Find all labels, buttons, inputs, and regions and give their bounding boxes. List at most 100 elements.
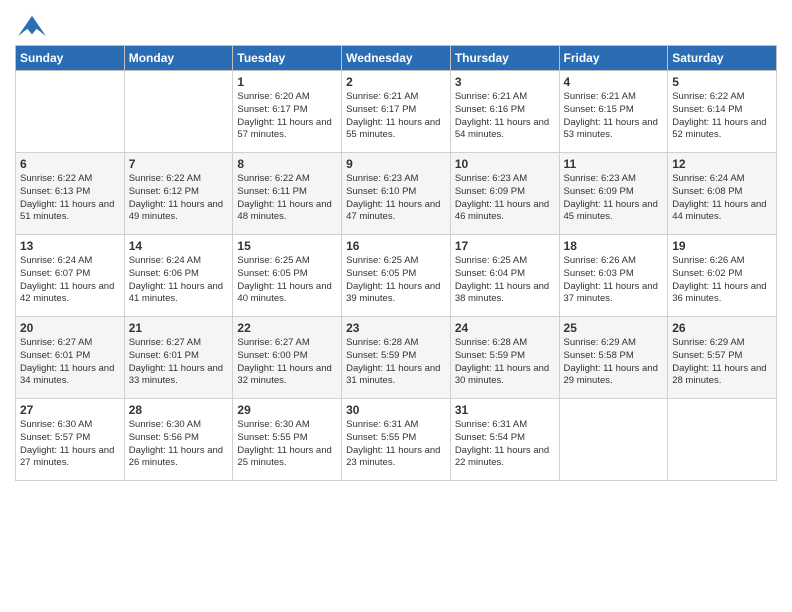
day-number: 11: [564, 157, 664, 171]
day-info: Sunrise: 6:21 AM Sunset: 6:16 PM Dayligh…: [455, 91, 555, 142]
day-number: 27: [20, 403, 120, 417]
day-info: Sunrise: 6:29 AM Sunset: 5:58 PM Dayligh…: [564, 337, 664, 388]
header-friday: Friday: [559, 46, 668, 71]
day-info: Sunrise: 6:23 AM Sunset: 6:09 PM Dayligh…: [564, 173, 664, 224]
calendar-cell: 22 Sunrise: 6:27 AM Sunset: 6:00 PM Dayli…: [233, 317, 342, 399]
day-number: 12: [672, 157, 772, 171]
day-number: 2: [346, 75, 446, 89]
calendar-header-row: SundayMondayTuesdayWednesdayThursdayFrid…: [16, 46, 777, 71]
day-number: 3: [455, 75, 555, 89]
calendar-cell: [668, 399, 777, 481]
calendar-cell: 17 Sunrise: 6:25 AM Sunset: 6:04 PM Dayli…: [450, 235, 559, 317]
calendar-cell: 20Sunrise: 6:27 AM Sunset: 6:01 PM Dayli…: [16, 317, 125, 399]
day-number: 25: [564, 321, 664, 335]
day-number: 24: [455, 321, 555, 335]
day-number: 6: [20, 157, 120, 171]
logo: [15, 15, 46, 37]
calendar-cell: 5 Sunrise: 6:22 AM Sunset: 6:14 PM Daylig…: [668, 71, 777, 153]
day-info: Sunrise: 6:27 AM Sunset: 6:00 PM Dayligh…: [237, 337, 337, 388]
day-info: Sunrise: 6:30 AM Sunset: 5:56 PM Dayligh…: [129, 419, 229, 470]
day-number: 31: [455, 403, 555, 417]
calendar-cell: 15 Sunrise: 6:25 AM Sunset: 6:05 PM Dayli…: [233, 235, 342, 317]
day-number: 17: [455, 239, 555, 253]
logo-bird-icon: [18, 15, 46, 37]
calendar-week-1: 1Sunrise: 6:20 AM Sunset: 6:17 PM Daylig…: [16, 71, 777, 153]
day-number: 28: [129, 403, 229, 417]
day-number: 4: [564, 75, 664, 89]
day-info: Sunrise: 6:24 AM Sunset: 6:07 PM Dayligh…: [20, 255, 120, 306]
calendar-cell: 18 Sunrise: 6:26 AM Sunset: 6:03 PM Dayli…: [559, 235, 668, 317]
calendar-cell: 24Sunrise: 6:28 AM Sunset: 5:59 PM Dayli…: [450, 317, 559, 399]
day-number: 5: [672, 75, 772, 89]
day-info: Sunrise: 6:21 AM Sunset: 6:17 PM Dayligh…: [346, 91, 446, 142]
calendar-cell: 23 Sunrise: 6:28 AM Sunset: 5:59 PM Dayli…: [342, 317, 451, 399]
calendar-cell: [559, 399, 668, 481]
day-info: Sunrise: 6:30 AM Sunset: 5:55 PM Dayligh…: [237, 419, 337, 470]
day-info: Sunrise: 6:26 AM Sunset: 6:03 PM Dayligh…: [564, 255, 664, 306]
day-info: Sunrise: 6:21 AM Sunset: 6:15 PM Dayligh…: [564, 91, 664, 142]
calendar-table: SundayMondayTuesdayWednesdayThursdayFrid…: [15, 45, 777, 481]
day-info: Sunrise: 6:24 AM Sunset: 6:08 PM Dayligh…: [672, 173, 772, 224]
day-info: Sunrise: 6:31 AM Sunset: 5:55 PM Dayligh…: [346, 419, 446, 470]
calendar-cell: 26 Sunrise: 6:29 AM Sunset: 5:57 PM Dayli…: [668, 317, 777, 399]
calendar-cell: 10 Sunrise: 6:23 AM Sunset: 6:09 PM Dayli…: [450, 153, 559, 235]
day-info: Sunrise: 6:23 AM Sunset: 6:10 PM Dayligh…: [346, 173, 446, 224]
day-info: Sunrise: 6:25 AM Sunset: 6:05 PM Dayligh…: [237, 255, 337, 306]
day-info: Sunrise: 6:22 AM Sunset: 6:11 PM Dayligh…: [237, 173, 337, 224]
day-info: Sunrise: 6:23 AM Sunset: 6:09 PM Dayligh…: [455, 173, 555, 224]
calendar-cell: 8 Sunrise: 6:22 AM Sunset: 6:11 PM Daylig…: [233, 153, 342, 235]
calendar-cell: 13Sunrise: 6:24 AM Sunset: 6:07 PM Dayli…: [16, 235, 125, 317]
calendar-cell: 30Sunrise: 6:31 AM Sunset: 5:55 PM Dayli…: [342, 399, 451, 481]
header-sunday: Sunday: [16, 46, 125, 71]
calendar-cell: 3 Sunrise: 6:21 AM Sunset: 6:16 PM Daylig…: [450, 71, 559, 153]
calendar-cell: 12 Sunrise: 6:24 AM Sunset: 6:08 PM Dayli…: [668, 153, 777, 235]
calendar-cell: [16, 71, 125, 153]
day-info: Sunrise: 6:25 AM Sunset: 6:04 PM Dayligh…: [455, 255, 555, 306]
day-info: Sunrise: 6:26 AM Sunset: 6:02 PM Dayligh…: [672, 255, 772, 306]
calendar-cell: 16Sunrise: 6:25 AM Sunset: 6:05 PM Dayli…: [342, 235, 451, 317]
calendar-week-5: 27 Sunrise: 6:30 AM Sunset: 5:57 PM Dayli…: [16, 399, 777, 481]
day-info: Sunrise: 6:31 AM Sunset: 5:54 PM Dayligh…: [455, 419, 555, 470]
day-info: Sunrise: 6:24 AM Sunset: 6:06 PM Dayligh…: [129, 255, 229, 306]
header-monday: Monday: [124, 46, 233, 71]
calendar-cell: 14 Sunrise: 6:24 AM Sunset: 6:06 PM Dayli…: [124, 235, 233, 317]
day-number: 22: [237, 321, 337, 335]
day-info: Sunrise: 6:28 AM Sunset: 5:59 PM Dayligh…: [346, 337, 446, 388]
day-info: Sunrise: 6:30 AM Sunset: 5:57 PM Dayligh…: [20, 419, 120, 470]
day-number: 21: [129, 321, 229, 335]
day-number: 15: [237, 239, 337, 253]
day-info: Sunrise: 6:20 AM Sunset: 6:17 PM Dayligh…: [237, 91, 337, 142]
day-number: 8: [237, 157, 337, 171]
calendar-week-2: 6 Sunrise: 6:22 AM Sunset: 6:13 PM Daylig…: [16, 153, 777, 235]
day-info: Sunrise: 6:29 AM Sunset: 5:57 PM Dayligh…: [672, 337, 772, 388]
header-wednesday: Wednesday: [342, 46, 451, 71]
calendar-cell: 25 Sunrise: 6:29 AM Sunset: 5:58 PM Dayli…: [559, 317, 668, 399]
calendar-cell: 11 Sunrise: 6:23 AM Sunset: 6:09 PM Dayli…: [559, 153, 668, 235]
day-number: 26: [672, 321, 772, 335]
calendar-week-3: 13Sunrise: 6:24 AM Sunset: 6:07 PM Dayli…: [16, 235, 777, 317]
day-info: Sunrise: 6:22 AM Sunset: 6:13 PM Dayligh…: [20, 173, 120, 224]
day-info: Sunrise: 6:22 AM Sunset: 6:12 PM Dayligh…: [129, 173, 229, 224]
calendar-cell: [124, 71, 233, 153]
calendar-cell: 2 Sunrise: 6:21 AM Sunset: 6:17 PM Daylig…: [342, 71, 451, 153]
day-info: Sunrise: 6:27 AM Sunset: 6:01 PM Dayligh…: [20, 337, 120, 388]
calendar-cell: 19 Sunrise: 6:26 AM Sunset: 6:02 PM Dayli…: [668, 235, 777, 317]
calendar-cell: 7Sunrise: 6:22 AM Sunset: 6:12 PM Daylig…: [124, 153, 233, 235]
day-number: 14: [129, 239, 229, 253]
day-number: 19: [672, 239, 772, 253]
day-number: 29: [237, 403, 337, 417]
day-number: 23: [346, 321, 446, 335]
header-tuesday: Tuesday: [233, 46, 342, 71]
day-number: 10: [455, 157, 555, 171]
calendar-cell: 9Sunrise: 6:23 AM Sunset: 6:10 PM Daylig…: [342, 153, 451, 235]
header-thursday: Thursday: [450, 46, 559, 71]
calendar-cell: 6 Sunrise: 6:22 AM Sunset: 6:13 PM Daylig…: [16, 153, 125, 235]
day-info: Sunrise: 6:22 AM Sunset: 6:14 PM Dayligh…: [672, 91, 772, 142]
header: [15, 10, 777, 37]
day-number: 18: [564, 239, 664, 253]
calendar-cell: 1Sunrise: 6:20 AM Sunset: 6:17 PM Daylig…: [233, 71, 342, 153]
calendar-week-4: 20Sunrise: 6:27 AM Sunset: 6:01 PM Dayli…: [16, 317, 777, 399]
day-info: Sunrise: 6:27 AM Sunset: 6:01 PM Dayligh…: [129, 337, 229, 388]
calendar-cell: 27 Sunrise: 6:30 AM Sunset: 5:57 PM Dayli…: [16, 399, 125, 481]
calendar-cell: 21 Sunrise: 6:27 AM Sunset: 6:01 PM Dayli…: [124, 317, 233, 399]
